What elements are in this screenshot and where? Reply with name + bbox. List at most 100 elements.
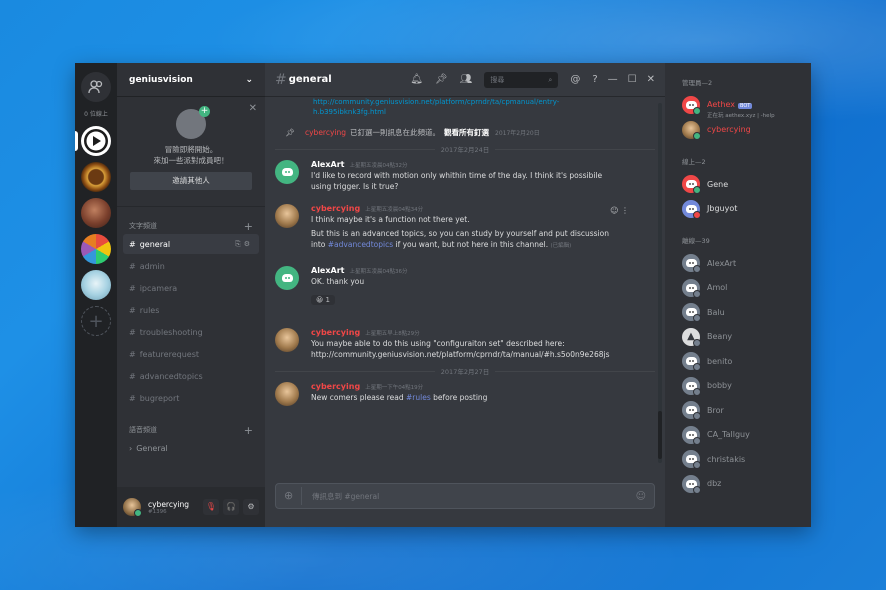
channel-label: general <box>139 239 171 249</box>
server-ring[interactable] <box>81 162 111 192</box>
avatar[interactable] <box>275 328 299 352</box>
message-link[interactable]: http://community.geniusvision.net/platfo… <box>313 97 655 107</box>
server-anime[interactable] <box>81 270 111 300</box>
message-text: I'd like to record with motion only whit… <box>311 171 603 180</box>
text-channel-category[interactable]: 文字頻道 + <box>117 219 265 233</box>
member-offline[interactable]: Bror <box>682 398 811 423</box>
message-text: OK. thank you <box>311 277 365 286</box>
channel-sidebar: geniusvision ⌄ ✕ 冒險即將開始。 來加一些派對成員吧！ 邀請其他… <box>117 63 265 527</box>
server-colorful[interactable] <box>81 234 111 264</box>
help-icon[interactable]: ? <box>592 74 597 85</box>
avatar <box>682 303 701 323</box>
avatar <box>682 199 701 219</box>
member-offline[interactable]: bobby <box>682 374 811 399</box>
channel-mention[interactable]: #rules <box>406 393 431 402</box>
pin-icon[interactable]: 📌︎ <box>435 74 448 85</box>
add-channel-icon[interactable]: + <box>244 220 253 233</box>
gear-icon: ⚙ <box>247 502 255 511</box>
voice-channel-general[interactable]: › General <box>123 438 259 458</box>
pin-system-message: 📌︎ cybercying 已釘選一則訊息在此頻道。 觀看所有釘選 2017年2… <box>275 127 655 138</box>
voice-channel-category[interactable]: 語音頻道 + <box>117 423 265 437</box>
user-settings-button[interactable]: ⚙ <box>243 499 259 515</box>
avatar[interactable] <box>275 382 299 406</box>
channel-admin[interactable]: # admin <box>123 256 259 276</box>
channel-label: advancedtopics <box>139 371 203 381</box>
message-author[interactable]: cybercying <box>311 328 360 337</box>
channel-rules[interactable]: # rules <box>123 300 259 320</box>
channel-label: bugreport <box>139 393 180 403</box>
search-input[interactable]: 搜尋 ⌕ <box>484 71 559 88</box>
headphones-icon: 🎧 <box>226 502 236 511</box>
message-link[interactable]: http://community.geniusvision.net/platfo… <box>311 349 609 360</box>
avatar[interactable] <box>123 498 142 517</box>
discord-icon <box>685 259 697 268</box>
message-actions[interactable]: ☺ ⋮ <box>610 206 629 215</box>
channel-featurerequest[interactable]: # featurerequest <box>123 344 259 364</box>
channel-troubleshooting[interactable]: # troubleshooting <box>123 322 259 342</box>
hash-icon: # <box>129 327 136 337</box>
avatar[interactable] <box>275 204 299 228</box>
message-link[interactable]: h.b395ibknk3fg.html <box>313 107 655 117</box>
channel-ipcamera[interactable]: # ipcamera <box>123 278 259 298</box>
channel-settings-icons[interactable]: ⎘⚙ <box>235 240 253 249</box>
see-all-pins-link[interactable]: 觀看所有釘選 <box>444 127 489 138</box>
channel-advancedtopics[interactable]: # advancedtopics <box>123 366 259 386</box>
channel-general[interactable]: # general ⎘⚙ <box>123 234 259 254</box>
scrollbar[interactable] <box>658 103 662 463</box>
guild-header[interactable]: geniusvision ⌄ <box>117 63 265 97</box>
member-jbguyot[interactable]: Jbguyot <box>682 197 811 222</box>
upload-icon[interactable]: ⊕ <box>284 487 302 505</box>
emoji-icon[interactable]: ☺ <box>636 491 646 502</box>
minimize-button[interactable]: — <box>608 74 618 85</box>
server-geniusvision[interactable] <box>75 126 111 156</box>
avatar[interactable] <box>275 266 299 290</box>
deafen-button[interactable]: 🎧 <box>223 499 239 515</box>
message-author[interactable]: AlexArt <box>311 266 344 275</box>
member-offline[interactable]: CA_Tallguy <box>682 423 811 448</box>
message: cybercying 上星期一下午04點19分 New comers please… <box>275 382 655 406</box>
invite-button[interactable]: 邀請其他人 <box>130 172 252 190</box>
member-aethex[interactable]: Aethex BOT 正在玩 aethex.xyz | -help <box>682 93 811 119</box>
member-gene[interactable]: Gene <box>682 172 811 197</box>
message-composer[interactable]: ⊕ 傳訊息到 #general ☺ <box>275 483 655 509</box>
member-cybercying[interactable]: cybercying <box>682 118 811 143</box>
scrollbar-thumb[interactable] <box>658 411 662 459</box>
message-text: But this is an advanced topics, so you c… <box>311 229 609 238</box>
maximize-button[interactable]: ☐ <box>628 74 637 85</box>
message-author[interactable]: cybercying <box>311 382 360 391</box>
avatar <box>682 376 701 396</box>
avatar <box>682 352 701 372</box>
bell-icon[interactable]: 🔔︎ <box>410 74 423 85</box>
invite-text-1: 冒險即將開始。 <box>164 145 218 154</box>
invite-box: ✕ 冒險即將開始。 來加一些派對成員吧！ 邀請其他人 <box>117 97 265 207</box>
channel-label: admin <box>139 261 165 271</box>
add-server-button[interactable]: + <box>81 306 111 336</box>
server-photo[interactable] <box>81 198 111 228</box>
member-offline[interactable]: dbz <box>682 472 811 497</box>
message-author[interactable]: AlexArt <box>311 160 344 169</box>
drop-icon: ▲ <box>687 331 695 343</box>
close-window-button[interactable]: ✕ <box>647 74 655 85</box>
member-offline[interactable]: Amol <box>682 276 811 301</box>
plus-icon: + <box>88 310 104 332</box>
channel-bugreport[interactable]: # bugreport <box>123 388 259 408</box>
mute-mic-button[interactable]: 🎙 <box>203 499 219 515</box>
channel-mention[interactable]: #advancedtopics <box>328 240 393 249</box>
member-list-icon[interactable]: 👥︎ <box>460 74 473 85</box>
message-text: using trigger. Is it true? <box>311 182 399 191</box>
member-offline[interactable]: christakis <box>682 447 811 472</box>
member-offline[interactable]: ▲ Beany <box>682 325 811 350</box>
reaction-button[interactable]: 😀 1 <box>311 295 335 305</box>
friends-home-button[interactable] <box>81 72 111 102</box>
member-offline[interactable]: Balu <box>682 300 811 325</box>
close-icon[interactable]: ✕ <box>249 103 257 114</box>
pin-author[interactable]: cybercying <box>305 128 346 137</box>
member-offline[interactable]: benito <box>682 349 811 374</box>
member-offline[interactable]: AlexArt <box>682 251 811 276</box>
add-channel-icon[interactable]: + <box>244 424 253 437</box>
avatar[interactable] <box>275 160 299 184</box>
message-author[interactable]: cybercying <box>311 204 360 213</box>
mention-icon[interactable]: @ <box>570 74 580 85</box>
discord-icon <box>281 168 293 176</box>
discord-window: 0 位線上 + geniusvision ⌄ ✕ 冒險即將開始。 來加一些派對成… <box>75 63 811 527</box>
